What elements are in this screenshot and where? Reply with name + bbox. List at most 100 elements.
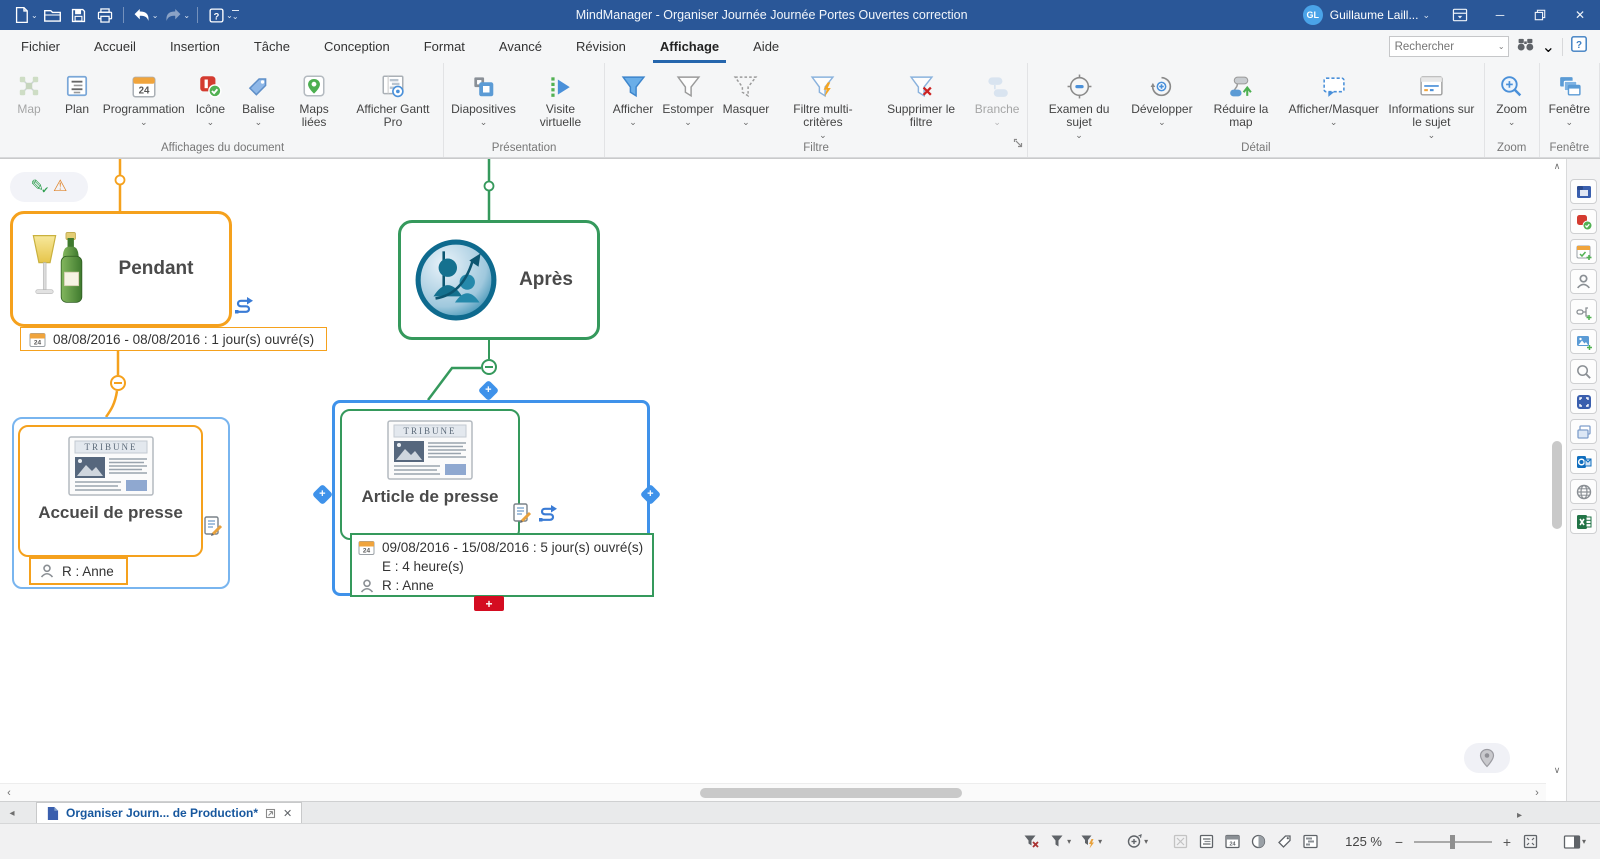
print-button[interactable] (92, 3, 118, 27)
zoom-level[interactable]: 125 % (1345, 834, 1382, 849)
chevron-down-icon[interactable]: ⌄ (152, 11, 159, 20)
topic-pendant-date[interactable]: 08/08/2016 - 08/08/2016 : 1 jour(s) ouvr… (20, 327, 327, 351)
map-canvas[interactable]: ✎✔ ⚠ Pen (0, 159, 1566, 801)
topic-article-info[interactable]: 09/08/2016 - 15/08/2016 : 5 jour(s) ouvr… (350, 533, 654, 597)
snippets-pane-tab[interactable] (1570, 419, 1597, 444)
minimize-button[interactable]: ─ (1480, 0, 1520, 30)
remove-filter-button[interactable] (1023, 833, 1040, 850)
add-subtopic-handle[interactable]: + (474, 596, 504, 611)
web-pane-tab[interactable] (1570, 479, 1597, 504)
topic-label[interactable]: Après (499, 269, 593, 291)
task-info-pane-tab[interactable] (1570, 239, 1597, 264)
tab-conception[interactable]: Conception (307, 30, 407, 63)
relationship-icon[interactable] (536, 503, 560, 530)
gantt-view-button[interactable] (1302, 833, 1319, 850)
ribbon-button-informations-sujet[interactable]: Informations sur le sujet ⌄ (1382, 66, 1480, 140)
warning-icon[interactable]: ⚠ (53, 179, 67, 195)
vertical-scroll-thumb[interactable] (1552, 441, 1562, 529)
ribbon-button-visite-virtuelle[interactable]: Visite virtuelle (520, 66, 601, 140)
center-map-button[interactable] (1464, 743, 1510, 773)
tab-affichage[interactable]: Affichage (643, 30, 736, 63)
user-name[interactable]: Guillaume Laill... (1330, 8, 1419, 22)
float-tab-icon[interactable] (265, 808, 276, 819)
chevron-down-icon[interactable]: ⌄ (1422, 10, 1430, 21)
ribbon-button-gantt-pro[interactable]: Afficher Gantt Pro (346, 66, 440, 140)
save-button[interactable] (66, 3, 92, 27)
tab-scroll-right[interactable]: ▸ (1517, 810, 1522, 821)
ribbon-button-balise[interactable]: Balise ⌄ (234, 66, 282, 140)
ribbon-button-supprimer-filtre[interactable]: Supprimer le filtre (872, 66, 970, 140)
topic-article-container[interactable]: Article de presse 09/08/2016 - 15/08/201… (332, 400, 650, 596)
scroll-up-arrow[interactable]: ∧ (1549, 161, 1565, 177)
panels-button[interactable]: ▾ (1563, 834, 1586, 850)
scroll-right-arrow[interactable]: › (1529, 785, 1545, 801)
zoom-in-button[interactable]: + (1501, 834, 1513, 850)
tab-format[interactable]: Format (407, 30, 482, 63)
ribbon-button-reduire-map[interactable]: Réduire la map (1197, 66, 1285, 140)
chevron-down-icon[interactable]: ⌄ (31, 11, 38, 20)
images-pane-tab[interactable] (1570, 329, 1597, 354)
icons-view-button[interactable] (1250, 833, 1267, 850)
chevron-down-icon[interactable]: ⌄ (1542, 37, 1555, 57)
topic-apres[interactable]: Après (398, 220, 600, 340)
ribbon-button-icone[interactable]: Icône ⌄ (186, 66, 234, 140)
markers-pane-tab[interactable] (1570, 209, 1597, 234)
tab-avance[interactable]: Avancé (482, 30, 559, 63)
edit-pen-icon[interactable]: ✎✔ (31, 179, 44, 195)
search-input[interactable] (1390, 41, 1498, 53)
user-avatar[interactable]: GL (1303, 5, 1323, 25)
collapse-handle[interactable] (481, 359, 497, 375)
topic-label[interactable]: Pendant (89, 258, 223, 280)
tab-tache[interactable]: Tâche (237, 30, 307, 63)
notes-icon[interactable] (202, 515, 224, 542)
ribbon-display-options-button[interactable] (1440, 0, 1480, 30)
power-filter-button[interactable]: ▾ (1080, 833, 1102, 850)
tab-fichier[interactable]: Fichier (4, 30, 77, 63)
ribbon-button-diapositives[interactable]: Diapositives ⌄ (447, 66, 520, 140)
tab-revision[interactable]: Révision (559, 30, 643, 63)
map-view-button[interactable] (1172, 833, 1189, 850)
ribbon-button-estomper[interactable]: Estomper ⌄ (658, 66, 718, 140)
search-pane-tab[interactable] (1570, 359, 1597, 384)
fit-map-button[interactable] (1522, 833, 1539, 850)
topic-accueil-resource[interactable]: R : Anne (29, 557, 128, 585)
help-button[interactable]: ? (1570, 35, 1588, 58)
excel-pane-tab[interactable] (1570, 509, 1597, 534)
scroll-down-arrow[interactable]: ∨ (1549, 765, 1565, 781)
outlook-pane-tab[interactable] (1570, 449, 1597, 474)
topic-article[interactable]: Article de presse (340, 409, 520, 540)
zoom-out-button[interactable]: − (1393, 834, 1405, 850)
tab-accueil[interactable]: Accueil (77, 30, 153, 63)
tab-scroll-left[interactable]: ◂ (0, 803, 24, 823)
map-parts-pane-tab[interactable] (1570, 299, 1597, 324)
chevron-down-icon[interactable]: ⌄ (183, 11, 190, 20)
zoom-slider[interactable] (1414, 834, 1492, 850)
tab-aide[interactable]: Aide (736, 30, 796, 63)
ribbon-button-afficher-masquer[interactable]: Afficher/Masquer ⌄ (1285, 66, 1382, 140)
document-tab[interactable]: Organiser Journ... de Production* ✕ (36, 802, 302, 823)
ribbon-button-zoom[interactable]: Zoom ⌄ (1488, 66, 1536, 140)
chevron-down-icon[interactable]: ⌄ (1498, 42, 1505, 51)
ribbon-button-examen-sujet[interactable]: Examen du sujet ⌄ (1031, 66, 1127, 140)
walkthrough-button[interactable]: ▾ (1126, 833, 1148, 850)
topic-accueil-container[interactable]: Accueil de presse R : Anne (12, 417, 230, 589)
schedule-view-button[interactable]: 24 (1224, 833, 1241, 850)
relationship-icon[interactable] (232, 295, 256, 322)
add-topic-handle-top[interactable]: + (478, 380, 499, 401)
resources-pane-tab[interactable] (1570, 269, 1597, 294)
topic-label[interactable]: Accueil de presse (38, 503, 183, 523)
ribbon-button-afficher[interactable]: Afficher ⌄ (608, 66, 658, 140)
ribbon-button-programmation[interactable]: 24 Programmation ⌄ (101, 66, 186, 140)
outline-view-button[interactable] (1198, 833, 1215, 850)
ribbon-button-masquer[interactable]: Masquer ⌄ (718, 66, 774, 140)
ribbon-button-fenetre[interactable]: Fenêtre ⌄ (1543, 66, 1596, 140)
collapse-handle[interactable] (110, 375, 126, 391)
open-file-button[interactable] (40, 3, 66, 27)
find-button[interactable] (1516, 36, 1535, 57)
ribbon-button-developper[interactable]: Développer ⌄ (1127, 66, 1197, 140)
vertical-scrollbar[interactable]: ∧ ∨ (1549, 161, 1565, 781)
ribbon-button-plan[interactable]: Plan (53, 66, 101, 140)
restore-button[interactable] (1520, 0, 1560, 30)
zoom-slider-thumb[interactable] (1450, 835, 1455, 849)
horizontal-scroll-thumb[interactable] (700, 788, 962, 798)
